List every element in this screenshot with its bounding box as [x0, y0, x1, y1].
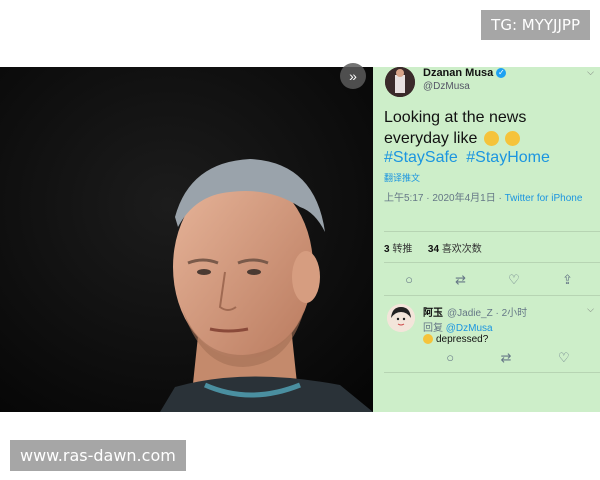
- tweet-author-handle[interactable]: @DzMusa: [423, 81, 470, 92]
- tweet-meta: 上午5:17 · 2020年4月1日 · Twitter for iPhone: [384, 192, 594, 205]
- rolling-eyes-emoji-icon: [505, 131, 521, 147]
- player-portrait-image: [0, 67, 373, 412]
- reply-author[interactable]: 阿玉 @Jadie_Z · 2小时: [423, 304, 527, 319]
- hashtag-stayhome[interactable]: #StayHome: [466, 149, 550, 166]
- tweet-author-name[interactable]: Dzanan Musa ✓: [423, 67, 507, 79]
- expand-button[interactable]: »: [340, 63, 366, 89]
- divider: [384, 231, 600, 232]
- watermark-top: TG: MYYJJPP: [481, 10, 590, 40]
- chevron-down-icon[interactable]: ⌵: [587, 304, 594, 315]
- reply-body: depressed?: [436, 334, 489, 345]
- avatar[interactable]: [385, 67, 415, 97]
- retweet-icon[interactable]: ⇄: [455, 272, 466, 288]
- retweets-label[interactable]: 转推: [392, 244, 412, 255]
- like-icon[interactable]: ♡: [508, 272, 520, 288]
- verified-icon: ✓: [496, 68, 507, 79]
- reply-author-name: 阿玉: [423, 308, 443, 319]
- divider: [384, 295, 600, 296]
- reply-icon[interactable]: ○: [446, 350, 454, 366]
- divider: [384, 372, 600, 373]
- sweat-smile-emoji-icon: [483, 131, 499, 147]
- reply-text: depressed?: [423, 334, 488, 345]
- tweet-stats: 3 转推 34 喜欢次数: [384, 240, 482, 255]
- reply-actions: ○ ⇄ ♡: [423, 350, 593, 366]
- likes-count[interactable]: 34: [428, 244, 439, 255]
- watermark-bottom: www.ras-dawn.com: [10, 440, 186, 471]
- retweet-icon[interactable]: ⇄: [501, 350, 512, 366]
- translate-link[interactable]: 翻译推文: [384, 171, 420, 184]
- reply-to-line: 回复 @DzMusa: [423, 319, 493, 334]
- reply-to-handle[interactable]: @DzMusa: [446, 323, 493, 334]
- hashtags: #StaySafe #StayHome: [384, 149, 554, 167]
- tweet-text: Looking at the news everyday like: [384, 107, 594, 149]
- tweet-actions: ○ ⇄ ♡ ⇪: [384, 272, 594, 288]
- reply-avatar[interactable]: [387, 304, 415, 332]
- hashtag-staysafe[interactable]: #StaySafe: [384, 149, 458, 166]
- author-name-text: Dzanan Musa: [423, 67, 494, 79]
- likes-label[interactable]: 喜欢次数: [442, 244, 482, 255]
- divider: [384, 262, 600, 263]
- chevron-down-icon[interactable]: ⌵: [587, 67, 594, 78]
- player-photo: [0, 67, 373, 412]
- sweat-smile-emoji-icon: [423, 334, 433, 345]
- retweets-count[interactable]: 3: [384, 244, 390, 255]
- reply-author-handle: @Jadie_Z · 2小时: [447, 308, 528, 319]
- like-icon[interactable]: ♡: [558, 350, 570, 366]
- reply-prefix: 回复: [423, 323, 446, 334]
- tweet-panel: Dzanan Musa ✓ @DzMusa ⌵ Looking at the ne…: [373, 67, 600, 412]
- chevrons-right-icon: »: [349, 68, 357, 84]
- tweet-time[interactable]: 上午5:17 · 2020年4月1日 ·: [384, 193, 505, 204]
- share-icon[interactable]: ⇪: [562, 272, 573, 288]
- tweet-source[interactable]: Twitter for iPhone: [505, 193, 583, 204]
- reply-icon[interactable]: ○: [405, 272, 413, 288]
